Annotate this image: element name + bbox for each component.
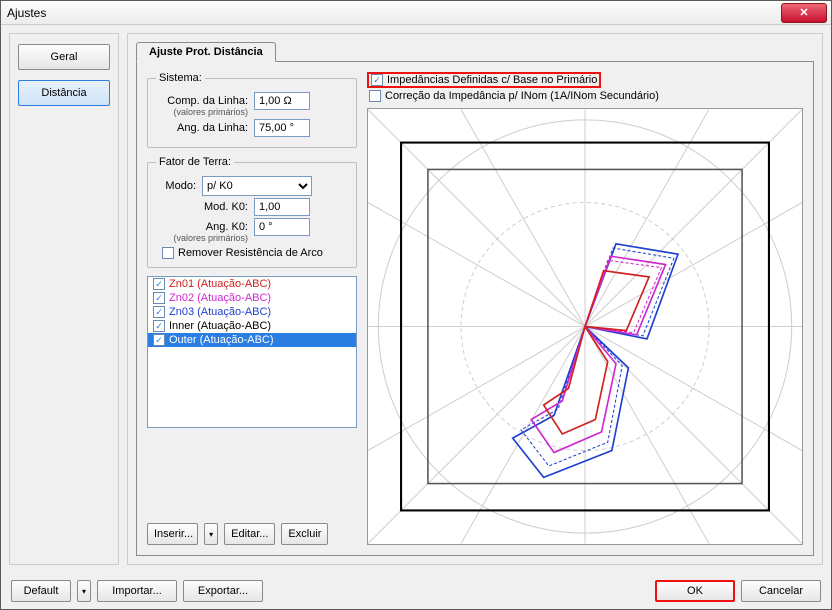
- checkbox-icon: ✓: [153, 306, 165, 318]
- close-button[interactable]: ✕: [781, 3, 827, 23]
- valores-primarios-note: (valores primários): [156, 107, 248, 117]
- content-area: Geral Distância Ajuste Prot. Distância S…: [1, 25, 831, 573]
- tab-ajuste-distancia[interactable]: Ajuste Prot. Distância: [136, 42, 276, 62]
- zone-item-zn02[interactable]: ✓ Zn02 (Atuação-ABC): [148, 291, 356, 305]
- fator-terra-legend: Fator de Terra:: [156, 156, 234, 168]
- tab-row: Ajuste Prot. Distância: [136, 40, 814, 62]
- remover-label: Remover Resistência de Arco: [178, 247, 323, 259]
- modk0-label: Mod. K0:: [156, 201, 248, 213]
- sistema-legend: Sistema:: [156, 72, 205, 84]
- modo-select[interactable]: p/ K0: [202, 176, 312, 196]
- footer: Default ▾ Importar... Exportar... OK Can…: [1, 573, 831, 609]
- ang-linha-input[interactable]: [254, 119, 310, 137]
- chevron-down-icon: ▾: [82, 587, 86, 596]
- nav-geral[interactable]: Geral: [18, 44, 110, 70]
- inserir-dropdown[interactable]: ▾: [204, 523, 218, 545]
- checkbox-icon: ✓: [153, 292, 165, 304]
- impedance-chart: [367, 108, 803, 545]
- chart-column: ✓ Impedâncias Definidas c/ Base no Primá…: [367, 72, 803, 545]
- zone-label: Zn03 (Atuação-ABC): [169, 306, 271, 318]
- main-panel: Ajuste Prot. Distância Sistema: Comp. da…: [127, 33, 823, 565]
- checkbox-icon: ✓: [153, 334, 165, 346]
- modo-label: Modo:: [156, 180, 196, 192]
- zone-label: Outer (Atuação-ABC): [169, 334, 274, 346]
- cancelar-button[interactable]: Cancelar: [741, 580, 821, 602]
- angk0-label: Ang. K0:: [156, 221, 248, 233]
- checkbox-icon: ✓: [153, 320, 165, 332]
- zone-label: Inner (Atuação-ABC): [169, 320, 271, 332]
- nav-distancia[interactable]: Distância: [18, 80, 110, 106]
- correcao-inom-check[interactable]: Correção da Impedância p/ INom (1A/INom …: [369, 90, 803, 102]
- ang-linha-label: Ang. da Linha:: [156, 122, 248, 134]
- zone-item-zn03[interactable]: ✓ Zn03 (Atuação-ABC): [148, 305, 356, 319]
- checkbox-icon: ✓: [153, 278, 165, 290]
- checkbox-icon: [162, 247, 174, 259]
- ok-button[interactable]: OK: [655, 580, 735, 602]
- imped-label: Impedâncias Definidas c/ Base no Primári…: [387, 74, 597, 86]
- close-icon: ✕: [799, 6, 808, 19]
- zone-list[interactable]: ✓ Zn01 (Atuação-ABC) ✓ Zn02 (Atuação-ABC…: [147, 276, 357, 428]
- inserir-button[interactable]: Inserir...: [147, 523, 198, 545]
- titlebar: Ajustes ✕: [1, 1, 831, 25]
- ajustes-window: Ajustes ✕ Geral Distância Ajuste Prot. D…: [0, 0, 832, 610]
- nav-sidebar: Geral Distância: [9, 33, 119, 565]
- valores-primarios-note2: (valores primários): [156, 233, 248, 243]
- zone-item-outer[interactable]: ✓ Outer (Atuação-ABC): [148, 333, 356, 347]
- zone-label: Zn01 (Atuação-ABC): [169, 278, 271, 290]
- fator-terra-group: Fator de Terra: Modo: p/ K0 Mod. K0:: [147, 156, 357, 268]
- angk0-input[interactable]: [254, 218, 310, 236]
- imped-primario-check[interactable]: ✓ Impedâncias Definidas c/ Base no Primá…: [371, 74, 597, 86]
- chevron-down-icon: ▾: [209, 530, 213, 539]
- zone-buttons-row: Inserir... ▾ Editar... Excluir: [147, 517, 357, 545]
- zone-item-inner[interactable]: ✓ Inner (Atuação-ABC): [148, 319, 356, 333]
- editar-button[interactable]: Editar...: [224, 523, 275, 545]
- form-column: Sistema: Comp. da Linha: (valores primár…: [147, 72, 357, 545]
- comp-linha-input[interactable]: [254, 92, 310, 110]
- default-dropdown[interactable]: ▾: [77, 580, 91, 602]
- chart-checks: ✓ Impedâncias Definidas c/ Base no Primá…: [367, 72, 803, 102]
- remover-resistencia-check[interactable]: Remover Resistência de Arco: [162, 247, 348, 259]
- exportar-button[interactable]: Exportar...: [183, 580, 263, 602]
- checkbox-icon: ✓: [371, 74, 383, 86]
- checkbox-icon: [369, 90, 381, 102]
- correcao-label: Correção da Impedância p/ INom (1A/INom …: [385, 90, 659, 102]
- window-title: Ajustes: [7, 6, 781, 20]
- zone-item-zn01[interactable]: ✓ Zn01 (Atuação-ABC): [148, 277, 356, 291]
- sistema-group: Sistema: Comp. da Linha: (valores primár…: [147, 72, 357, 148]
- comp-linha-label: Comp. da Linha:: [156, 95, 248, 107]
- modk0-input[interactable]: [254, 198, 310, 216]
- excluir-button[interactable]: Excluir: [281, 523, 328, 545]
- default-button[interactable]: Default: [11, 580, 71, 602]
- chart-svg: [368, 109, 802, 544]
- panel-body: Sistema: Comp. da Linha: (valores primár…: [136, 61, 814, 556]
- importar-button[interactable]: Importar...: [97, 580, 177, 602]
- zone-label: Zn02 (Atuação-ABC): [169, 292, 271, 304]
